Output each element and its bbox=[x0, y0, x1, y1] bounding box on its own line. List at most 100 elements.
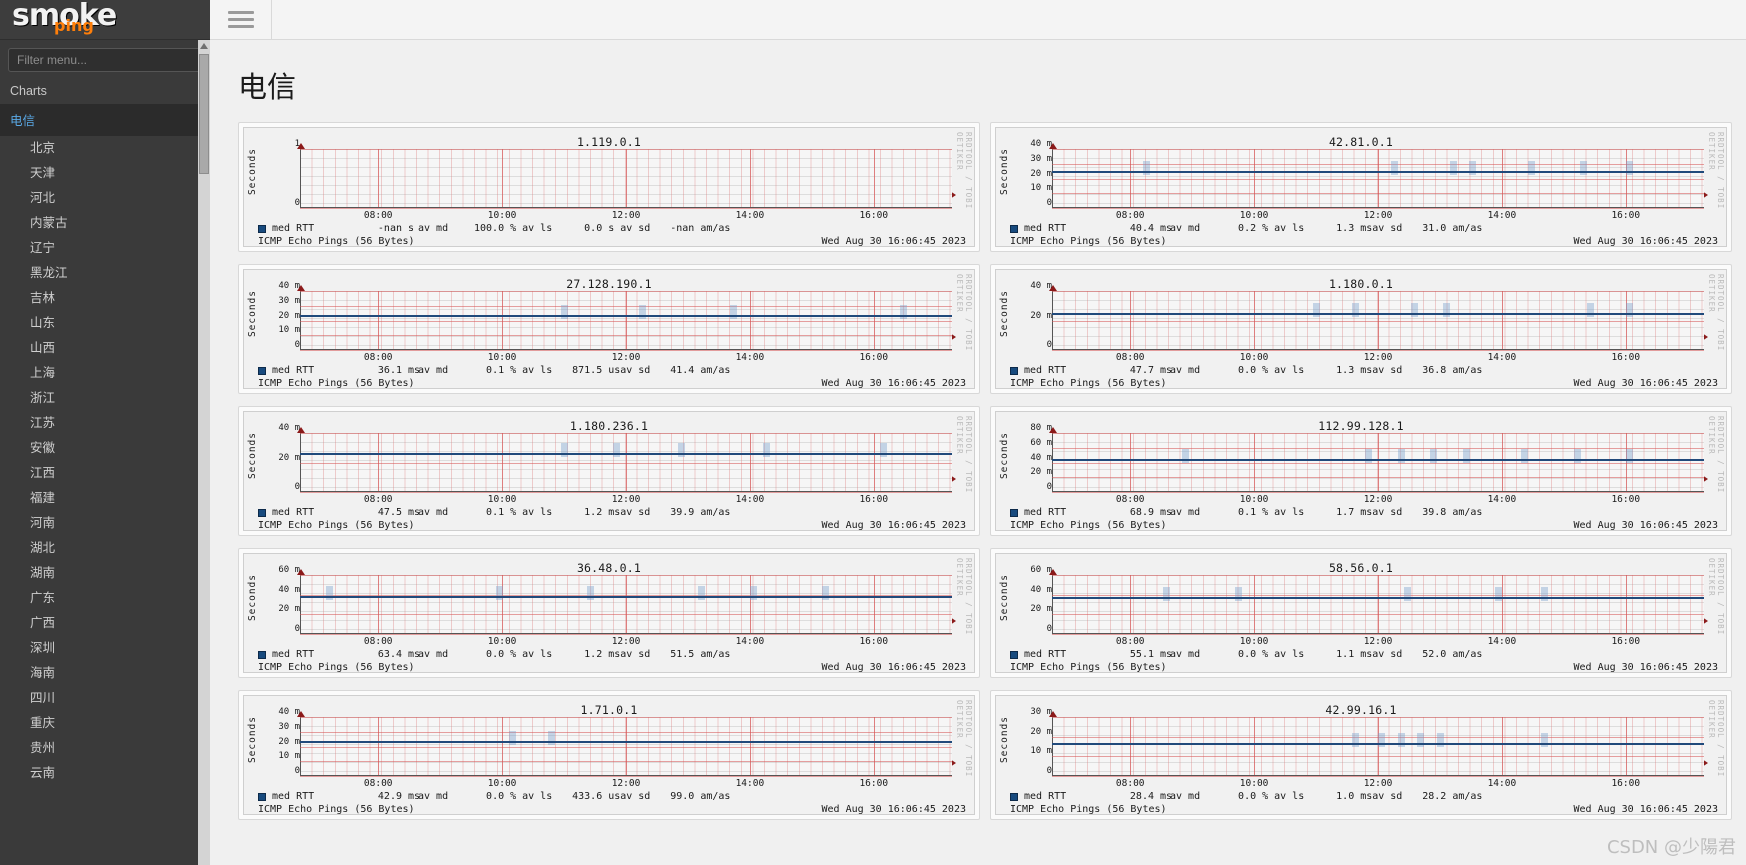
sidebar-item-11[interactable]: 江苏 bbox=[0, 411, 210, 436]
rrd-graph: 36.48.0.1 Seconds RRDTOOL / TOBI OETIKER 60… bbox=[243, 553, 975, 673]
grid-line-horizontal bbox=[1052, 178, 1704, 180]
x-tick: 10:00 bbox=[487, 636, 517, 647]
grid-line-horizontal bbox=[1052, 447, 1704, 449]
x-tick: 16:00 bbox=[1611, 636, 1641, 647]
plot-area bbox=[1052, 575, 1704, 635]
y-tick: 20 m bbox=[278, 604, 300, 615]
x-tick: 16:00 bbox=[859, 494, 889, 505]
grid-line-vertical bbox=[626, 575, 627, 633]
sidebar-item-8[interactable]: 山西 bbox=[0, 336, 210, 361]
plot-area bbox=[300, 717, 952, 777]
legend-color-swatch bbox=[1010, 508, 1018, 517]
sidebar-item-15[interactable]: 河南 bbox=[0, 511, 210, 536]
chart-title: 42.81.0.1 bbox=[1328, 135, 1394, 149]
sidebar-item-root[interactable]: 电信 bbox=[0, 104, 210, 136]
sidebar-item-21[interactable]: 海南 bbox=[0, 661, 210, 686]
sidebar-item-17[interactable]: 湖南 bbox=[0, 561, 210, 586]
y-tick: 40 m bbox=[1030, 584, 1052, 595]
median-rtt-line bbox=[1052, 313, 1704, 315]
chart-footer: ICMP Echo Pings (56 Bytes) Wed Aug 30 16:… bbox=[258, 378, 966, 388]
legend-loss-value: 0.1 bbox=[486, 507, 505, 518]
scroll-up-arrow-icon[interactable] bbox=[200, 43, 208, 49]
probe-label: ICMP Echo Pings (56 Bytes) bbox=[1010, 236, 1167, 247]
sidebar-item-22[interactable]: 四川 bbox=[0, 686, 210, 711]
hamburger-icon[interactable] bbox=[210, 0, 272, 40]
sidebar-item-12[interactable]: 安徽 bbox=[0, 436, 210, 461]
sidebar-item-16[interactable]: 湖北 bbox=[0, 536, 210, 561]
chart-card[interactable]: 58.56.0.1 Seconds RRDTOOL / TOBI OETIKER 60… bbox=[990, 548, 1732, 678]
sidebar-item-label: 吉林 bbox=[30, 291, 56, 305]
legend-median-label: av md bbox=[1170, 223, 1201, 234]
filter-menu-input[interactable] bbox=[8, 48, 202, 72]
sidebar-item-3[interactable]: 内蒙古 bbox=[0, 211, 210, 236]
x-tick: 12:00 bbox=[611, 352, 641, 363]
sidebar-item-25[interactable]: 云南 bbox=[0, 761, 210, 786]
x-tick: 12:00 bbox=[611, 494, 641, 505]
y-tick: 10 m bbox=[1030, 746, 1052, 757]
grid-line-horizontal bbox=[300, 291, 952, 292]
y-tick: 60 m bbox=[1030, 437, 1052, 448]
plot-area bbox=[1052, 291, 1704, 351]
chart-card[interactable]: 1.180.236.1 Seconds RRDTOOL / TOBI OETIKER… bbox=[238, 406, 980, 536]
x-tick: 16:00 bbox=[859, 778, 889, 789]
content-scroll-area[interactable]: 电信 1.119.0.1 Seconds RRDTOOL / TOBI OETIKE… bbox=[210, 40, 1746, 865]
sidebar-scrollbar-thumb[interactable] bbox=[199, 54, 209, 174]
sidebar-item-20[interactable]: 深圳 bbox=[0, 636, 210, 661]
chart-card[interactable]: 1.71.0.1 Seconds RRDTOOL / TOBI OETIKER 40 … bbox=[238, 690, 980, 820]
y-tick: 20 m bbox=[278, 310, 300, 321]
sidebar-item-2[interactable]: 河北 bbox=[0, 186, 210, 211]
sidebar-item-13[interactable]: 江西 bbox=[0, 461, 210, 486]
legend-am-label: am/as bbox=[1452, 791, 1483, 802]
chart-legend: med RTT 63.4 ms av md 0.0% av ls 1.2 ms av sd 51.… bbox=[258, 649, 966, 660]
sidebar-item-5[interactable]: 黑龙江 bbox=[0, 261, 210, 286]
y-axis-label: Seconds bbox=[247, 148, 258, 196]
chart-card[interactable]: 42.99.16.1 Seconds RRDTOOL / TOBI OETIKER 3… bbox=[990, 690, 1732, 820]
sidebar-item-label: 海南 bbox=[30, 666, 56, 680]
sidebar-item-label: 湖北 bbox=[30, 541, 56, 555]
sidebar-item-23[interactable]: 重庆 bbox=[0, 711, 210, 736]
x-tick: 08:00 bbox=[363, 494, 393, 505]
sidebar-item-1[interactable]: 天津 bbox=[0, 161, 210, 186]
x-tick: 14:00 bbox=[1487, 494, 1517, 505]
topbar bbox=[210, 0, 1746, 40]
sidebar-item-6[interactable]: 吉林 bbox=[0, 286, 210, 311]
sidebar-item-label: 辽宁 bbox=[30, 241, 56, 255]
sidebar-item-10[interactable]: 浙江 bbox=[0, 386, 210, 411]
y-axis-label: Seconds bbox=[247, 432, 258, 480]
sidebar-item-24[interactable]: 贵州 bbox=[0, 736, 210, 761]
brand-logo[interactable]: smoke ping bbox=[0, 0, 210, 40]
legend-sd-value: 1.1 bbox=[1336, 649, 1355, 660]
chart-timestamp: Wed Aug 30 16:06:45 2023 bbox=[1573, 520, 1719, 531]
main-scrollbar[interactable] bbox=[1733, 40, 1746, 865]
grid-line-vertical bbox=[749, 149, 751, 207]
chart-title: 58.56.0.1 bbox=[1328, 561, 1394, 575]
sidebar-item-7[interactable]: 山东 bbox=[0, 311, 210, 336]
sidebar-scrollbar[interactable] bbox=[198, 40, 210, 865]
legend-series-name: med RTT bbox=[272, 365, 315, 376]
chart-card[interactable]: 1.180.0.1 Seconds RRDTOOL / TOBI OETIKER 40… bbox=[990, 264, 1732, 394]
chart-card[interactable]: 1.119.0.1 Seconds RRDTOOL / TOBI OETIKER 1 0… bbox=[238, 122, 980, 252]
legend-series-name: med RTT bbox=[1024, 791, 1067, 802]
chart-card[interactable]: 112.99.128.1 Seconds RRDTOOL / TOBI OETIKE… bbox=[990, 406, 1732, 536]
grid-line-horizontal bbox=[1052, 634, 1704, 635]
x-tick: 16:00 bbox=[1611, 210, 1641, 221]
chart-card[interactable]: 36.48.0.1 Seconds RRDTOOL / TOBI OETIKER 60… bbox=[238, 548, 980, 678]
legend-loss-value: 0.0 bbox=[486, 649, 505, 660]
plot-area bbox=[300, 575, 952, 635]
sidebar-item-4[interactable]: 辽宁 bbox=[0, 236, 210, 261]
sidebar-item-19[interactable]: 广西 bbox=[0, 611, 210, 636]
sidebar-item-18[interactable]: 广东 bbox=[0, 586, 210, 611]
legend-sd-label: av sd bbox=[620, 649, 651, 660]
grid-line-vertical bbox=[1501, 717, 1503, 775]
chart-card[interactable]: 42.81.0.1 Seconds RRDTOOL / TOBI OETIKER 40… bbox=[990, 122, 1732, 252]
sidebar-item-0[interactable]: 北京 bbox=[0, 136, 210, 161]
rrd-graph: 112.99.128.1 Seconds RRDTOOL / TOBI OETIKE… bbox=[995, 411, 1727, 531]
sidebar-item-label: 广西 bbox=[30, 616, 56, 630]
probe-label: ICMP Echo Pings (56 Bytes) bbox=[1010, 378, 1167, 389]
chart-card[interactable]: 27.128.190.1 Seconds RRDTOOL / TOBI OETIKE… bbox=[238, 264, 980, 394]
legend-sd-value: 1.3 bbox=[1336, 223, 1355, 234]
grid-line-vertical bbox=[378, 575, 380, 633]
y-tick: 20 m bbox=[1030, 168, 1052, 179]
sidebar-item-9[interactable]: 上海 bbox=[0, 361, 210, 386]
sidebar-item-14[interactable]: 福建 bbox=[0, 486, 210, 511]
